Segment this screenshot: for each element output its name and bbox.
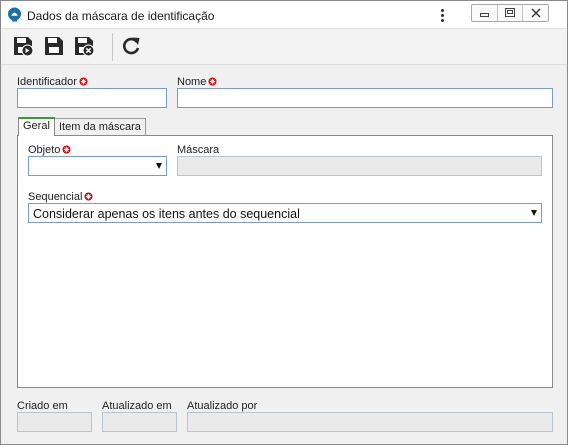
required-icon <box>79 77 88 86</box>
window-controls <box>471 4 549 22</box>
criado-em-label: Criado em <box>17 400 68 412</box>
toolbar <box>1 29 567 65</box>
required-icon <box>62 145 71 154</box>
atualizado-por-label: Atualizado por <box>187 400 258 412</box>
sequencial-label: Sequencial <box>28 191 93 203</box>
required-icon <box>208 77 217 86</box>
criado-em-field <box>17 412 92 432</box>
app-logo-icon <box>8 7 21 22</box>
objeto-select[interactable] <box>28 156 167 176</box>
toolbar-separator <box>112 33 113 61</box>
mascara-label: Máscara <box>177 144 220 156</box>
objeto-label-text: Objeto <box>28 144 61 156</box>
identificador-input[interactable] <box>17 88 167 108</box>
close-x-icon <box>531 8 541 18</box>
minimize-icon[interactable] <box>472 5 498 21</box>
mascara-input <box>177 156 542 176</box>
more-options-icon[interactable] <box>437 7 449 24</box>
title-bar: Dados da máscara de identificação <box>1 1 567 29</box>
sequencial-value: Considerar apenas os itens antes do sequ… <box>33 207 300 221</box>
nome-input[interactable] <box>177 88 553 108</box>
identificador-label: Identificador <box>17 76 88 88</box>
save-close-icon[interactable] <box>73 35 95 57</box>
dropdown-arrow-icon <box>531 210 537 216</box>
save-icon[interactable] <box>43 35 65 57</box>
dropdown-arrow-icon <box>156 163 162 169</box>
nome-label-text: Nome <box>177 76 207 88</box>
atualizado-por-field <box>187 412 553 432</box>
window-title: Dados da máscara de identificação <box>27 9 215 23</box>
tab-geral[interactable]: Geral <box>18 117 55 136</box>
save-new-icon[interactable] <box>12 35 34 57</box>
atualizado-em-field <box>102 412 177 432</box>
nome-label: Nome <box>177 76 217 88</box>
identificador-label-text: Identificador <box>17 76 77 88</box>
restore-icon[interactable] <box>498 5 524 21</box>
sequencial-select[interactable]: Considerar apenas os itens antes do sequ… <box>28 203 542 223</box>
close-icon[interactable] <box>523 5 548 21</box>
tab-item-da-mascara[interactable]: Item da máscara <box>54 118 146 136</box>
required-icon <box>84 192 93 201</box>
objeto-label: Objeto <box>28 144 71 156</box>
atualizado-em-label: Atualizado em <box>102 400 172 412</box>
sequencial-label-text: Sequencial <box>28 191 83 203</box>
refresh-icon[interactable] <box>120 35 142 57</box>
dialog-window: Dados da máscara de identificação Identi… <box>0 0 568 445</box>
